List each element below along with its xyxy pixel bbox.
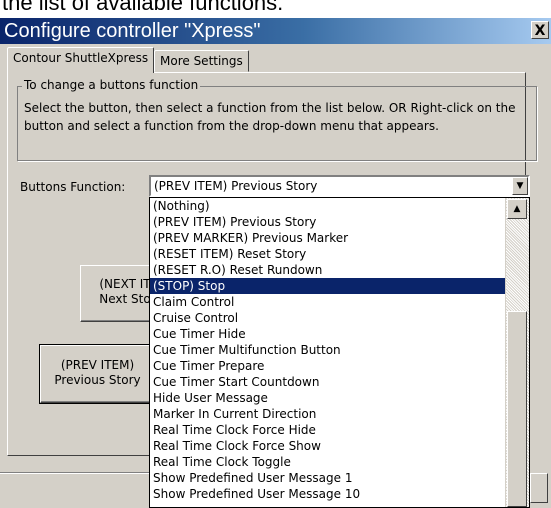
dropdown-option[interactable]: Cue Timer Hide bbox=[150, 326, 506, 342]
tab-label: Contour ShuttleXpress bbox=[13, 51, 149, 65]
instructions-text: Select the button, then select a functio… bbox=[24, 101, 516, 133]
dropdown-items: (Nothing) (PREV ITEM) Previous Story (PREV… bbox=[150, 198, 529, 502]
dropdown-option[interactable]: Cue Timer Start Countdown bbox=[150, 374, 506, 390]
window-title: Configure controller "Xpress" bbox=[4, 20, 261, 42]
buttons-function-combo[interactable]: (PREV ITEM) Previous Story ▼ bbox=[149, 175, 530, 197]
tab-label: More Settings bbox=[160, 54, 243, 68]
up-arrow-icon[interactable]: ▲ bbox=[507, 199, 527, 219]
buttons-function-label: Buttons Function: bbox=[20, 180, 126, 194]
dropdown-option[interactable]: Show Predefined User Message 1 bbox=[150, 470, 506, 486]
partial-button[interactable] bbox=[530, 473, 548, 503]
button-line-1: (PREV ITEM) bbox=[60, 358, 135, 372]
dropdown-option[interactable]: Claim Control bbox=[150, 294, 506, 310]
prev-item-button[interactable]: (PREV ITEM) Previous Story bbox=[39, 344, 156, 404]
page-caption: the list of available functions. bbox=[2, 0, 284, 15]
instructions-groupbox: To change a buttons function Select the … bbox=[17, 78, 537, 161]
dropdown-option[interactable]: Show Predefined User Message 10 bbox=[150, 486, 506, 502]
function-dropdown-list[interactable]: (Nothing) (PREV ITEM) Previous Story (PREV… bbox=[149, 197, 530, 508]
dropdown-option[interactable]: (RESET ITEM) Reset Story bbox=[150, 246, 506, 262]
vertical-scrollbar[interactable]: ▲ bbox=[505, 198, 529, 507]
button-line-2: Previous Story bbox=[54, 373, 141, 387]
dropdown-option[interactable]: Real Time Clock Force Show bbox=[150, 438, 506, 454]
tab-contour-shuttlexpress[interactable]: Contour ShuttleXpress bbox=[7, 47, 155, 73]
dropdown-option[interactable]: Real Time Clock Force Hide bbox=[150, 422, 506, 438]
dropdown-option[interactable]: Marker In Current Direction bbox=[150, 406, 506, 422]
scroll-thumb[interactable] bbox=[507, 311, 527, 507]
down-arrow-icon[interactable]: ▼ bbox=[512, 177, 528, 195]
groupbox-legend: To change a buttons function bbox=[22, 78, 201, 92]
title-bar[interactable]: Configure controller "Xpress" X bbox=[0, 18, 551, 44]
dropdown-option[interactable]: Cue Timer Multifunction Button bbox=[150, 342, 506, 358]
dropdown-option[interactable]: (PREV MARKER) Previous Marker bbox=[150, 230, 506, 246]
dropdown-option[interactable]: (RESET R.O) Reset Rundown bbox=[150, 262, 506, 278]
dropdown-option[interactable]: Hide User Message bbox=[150, 390, 506, 406]
dropdown-option[interactable]: Cue Timer Prepare bbox=[150, 358, 506, 374]
dropdown-option[interactable]: (STOP) Stop bbox=[150, 278, 506, 294]
combo-value: (PREV ITEM) Previous Story bbox=[154, 179, 318, 193]
close-icon: X bbox=[534, 23, 546, 39]
close-button[interactable]: X bbox=[531, 21, 549, 39]
dropdown-option[interactable]: (PREV ITEM) Previous Story bbox=[150, 214, 506, 230]
dropdown-option[interactable]: Cruise Control bbox=[150, 310, 506, 326]
dropdown-option[interactable]: (Nothing) bbox=[150, 198, 506, 214]
dropdown-option[interactable]: Real Time Clock Toggle bbox=[150, 454, 506, 470]
tab-more-settings[interactable]: More Settings bbox=[154, 50, 249, 72]
